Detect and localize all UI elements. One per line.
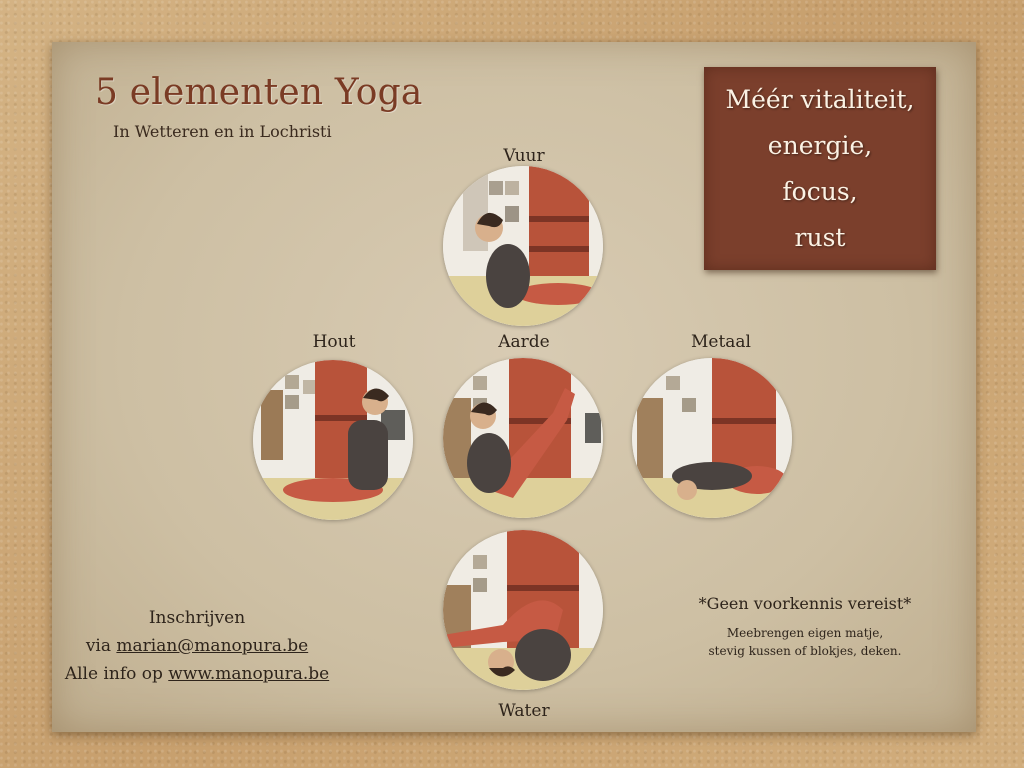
signup-info: Inschrijven via marian@manopura.be Alle … xyxy=(62,604,332,688)
label-vuur: Vuur xyxy=(503,146,545,166)
photo-hout xyxy=(253,360,413,520)
label-metaal: Metaal xyxy=(690,332,751,352)
signup-heading: Inschrijven xyxy=(148,608,246,628)
page-subtitle: In Wetteren en in Lochristi xyxy=(113,122,332,141)
promo-line-focus: focus, xyxy=(782,177,858,206)
no-experience-note: *Geen voorkennis vereist* xyxy=(698,594,912,613)
bring-items-note: Meebrengen eigen matje, stevig kussen of… xyxy=(690,624,920,660)
page-title: 5 elementen Yoga xyxy=(95,72,423,113)
photo-aarde xyxy=(443,358,603,518)
bring-items-line-1: Meebrengen eigen matje, xyxy=(726,626,884,640)
signup-website-line: Alle info op www.manopura.be xyxy=(62,660,332,688)
signup-via-label: via xyxy=(85,636,117,656)
photo-water xyxy=(443,530,603,690)
promo-box: Méér vitaliteit, energie, focus, rust xyxy=(704,67,936,270)
label-water: Water xyxy=(498,701,550,721)
signup-info-label: Alle info op xyxy=(64,664,169,684)
promo-line-rest: rust xyxy=(794,223,846,252)
promo-line-vitality: Méér vitaliteit, xyxy=(725,85,915,114)
label-aarde: Aarde xyxy=(498,332,550,352)
signup-email-line: via marian@manopura.be xyxy=(62,632,332,660)
email-link[interactable]: marian@manopura.be xyxy=(116,636,308,656)
website-link[interactable]: www.manopura.be xyxy=(168,664,329,684)
label-hout: Hout xyxy=(312,332,356,352)
photo-vuur xyxy=(443,166,603,326)
photo-metaal xyxy=(632,358,792,518)
promo-line-energy: energie, xyxy=(767,131,873,160)
bring-items-line-2: stevig kussen of blokjes, deken. xyxy=(708,644,902,658)
